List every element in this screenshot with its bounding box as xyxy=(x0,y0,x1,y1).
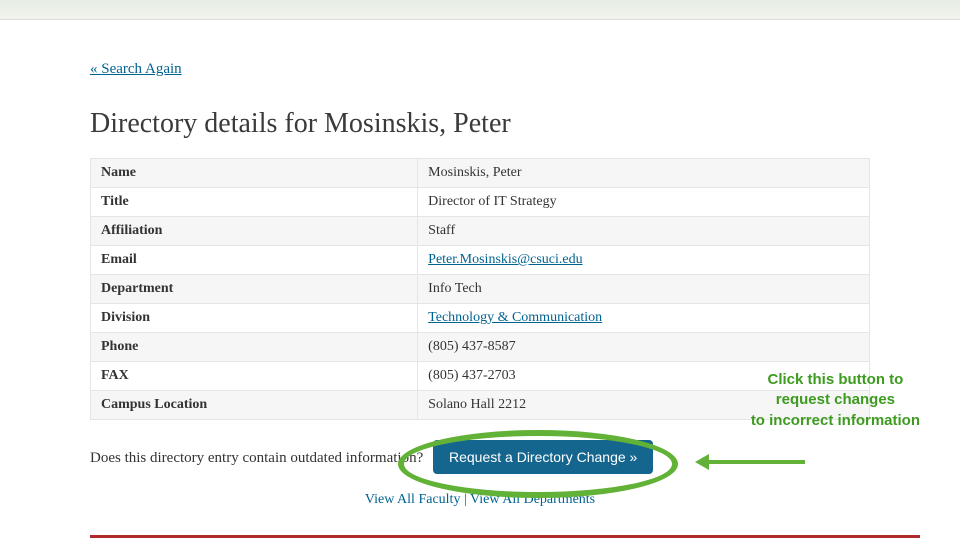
request-change-button[interactable]: Request a Directory Change » xyxy=(433,440,653,474)
value-name: Mosinskis, Peter xyxy=(418,159,870,188)
main-content: « Search Again Directory details for Mos… xyxy=(0,20,960,508)
label-phone: Phone xyxy=(91,333,418,362)
table-row: Email Peter.Mosinskis@csuci.edu xyxy=(91,246,870,275)
label-title: Title xyxy=(91,188,418,217)
division-link[interactable]: Technology & Communication xyxy=(428,310,602,325)
search-again-link[interactable]: « Search Again xyxy=(90,61,182,78)
table-row: Title Director of IT Strategy xyxy=(91,188,870,217)
top-banner xyxy=(0,0,960,20)
table-row: Affiliation Staff xyxy=(91,217,870,246)
page-title: Directory details for Mosinskis, Peter xyxy=(90,108,870,140)
email-link[interactable]: Peter.Mosinskis@csuci.edu xyxy=(428,252,582,267)
bottom-links: View All Faculty | View All Departments xyxy=(90,492,870,508)
table-row: Division Technology & Communication xyxy=(91,304,870,333)
label-campus: Campus Location xyxy=(91,391,418,420)
table-row: Phone (805) 437-8587 xyxy=(91,333,870,362)
table-row: Department Info Tech xyxy=(91,275,870,304)
search-again-text: Search Again xyxy=(101,61,181,77)
annotation-line: Click this button to xyxy=(751,370,920,390)
label-fax: FAX xyxy=(91,362,418,391)
laquo-icon: « xyxy=(90,61,101,77)
view-all-departments-link[interactable]: View All Departments xyxy=(470,492,595,507)
label-affiliation: Affiliation xyxy=(91,217,418,246)
annotation-line: request changes xyxy=(751,390,920,410)
label-department: Department xyxy=(91,275,418,304)
value-department: Info Tech xyxy=(418,275,870,304)
value-phone: (805) 437-8587 xyxy=(418,333,870,362)
value-title: Director of IT Strategy xyxy=(418,188,870,217)
label-division: Division xyxy=(91,304,418,333)
annotation-text: Click this button to request changes to … xyxy=(751,370,920,431)
value-affiliation: Staff xyxy=(418,217,870,246)
annotation-line: to incorrect information xyxy=(751,411,920,431)
label-name: Name xyxy=(91,159,418,188)
prompt-row: Does this directory entry contain outdat… xyxy=(90,440,870,474)
label-email: Email xyxy=(91,246,418,275)
prompt-text: Does this directory entry contain outdat… xyxy=(90,450,427,466)
view-all-faculty-link[interactable]: View All Faculty xyxy=(365,492,461,507)
footer-red-line xyxy=(90,535,920,538)
table-row: Name Mosinskis, Peter xyxy=(91,159,870,188)
